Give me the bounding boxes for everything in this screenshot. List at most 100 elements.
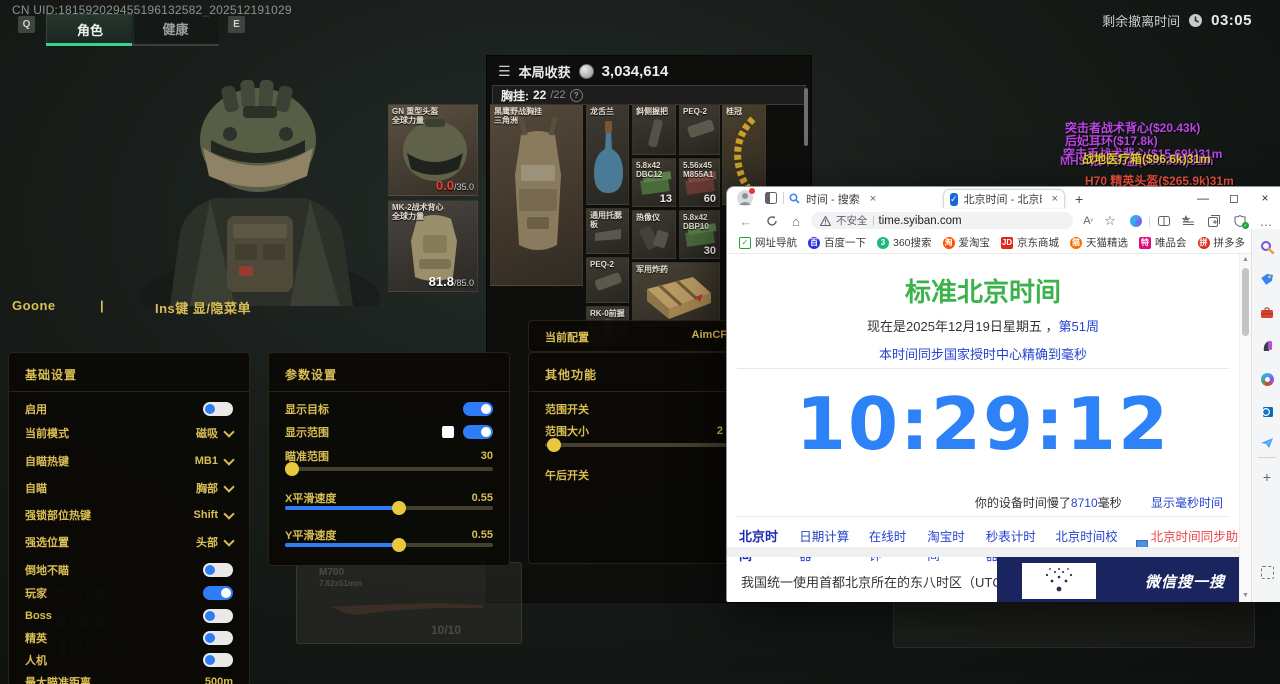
bookmark-item[interactable]: 百百度一下: [808, 235, 866, 250]
sidebar-outlook-icon[interactable]: [1259, 404, 1275, 420]
bookmark-item[interactable]: JD京东商城: [1001, 235, 1059, 250]
new-tab-button[interactable]: +: [1075, 191, 1083, 207]
link-date-calc[interactable]: 日期计算器: [799, 526, 855, 564]
durability-zero: 0.0: [436, 178, 454, 193]
show-ms-link[interactable]: 显示毫秒时间: [1151, 496, 1223, 510]
sidebar-add-icon[interactable]: +: [1259, 469, 1275, 485]
address-bar[interactable]: 不安全 time.syiban.com: [811, 212, 1073, 229]
page-title: 标准北京时间: [727, 272, 1239, 309]
item-card-rig[interactable]: 黑鹰野战胸挂三角洲: [490, 104, 583, 286]
scroll-down-arrow[interactable]: ▼: [1240, 590, 1251, 602]
link-online-clock[interactable]: 在线时钟: [869, 526, 913, 564]
lock-key-select[interactable]: Shift: [194, 509, 233, 521]
x-smooth-slider[interactable]: [285, 506, 493, 510]
bot-toggle[interactable]: [203, 653, 233, 667]
favorite-star-button[interactable]: ☆: [1101, 212, 1119, 230]
browser-window: 时间 - 搜索 × ✓ 北京时间 - 北京时间校准精确到 × + — ◻ × ←…: [726, 186, 1280, 601]
close-button[interactable]: ×: [1250, 187, 1280, 209]
range-color-swatch[interactable]: [442, 426, 454, 438]
item-card-peq1[interactable]: PEQ-2: [679, 104, 720, 155]
downed-toggle[interactable]: [203, 563, 233, 577]
item-card-grip-angled[interactable]: 斜侧握把: [632, 104, 676, 155]
minimize-button[interactable]: —: [1188, 187, 1218, 209]
divider: [9, 391, 249, 392]
enable-toggle[interactable]: [203, 402, 233, 416]
aim-range-slider[interactable]: [285, 467, 493, 471]
item-card-thermal[interactable]: 热像仪: [632, 210, 676, 259]
tab-character[interactable]: 角色: [46, 14, 134, 45]
home-button[interactable]: ⌂: [787, 212, 805, 230]
item-card-ammo-m855a1[interactable]: 5.56x45M855A1 60: [679, 158, 720, 207]
item-card-explosive[interactable]: 军用炸药: [632, 262, 720, 326]
tab-health[interactable]: 健康: [132, 14, 219, 43]
favorites-bar-button[interactable]: [1179, 212, 1197, 230]
mode-select[interactable]: 磁吸: [196, 425, 233, 441]
item-card-ammo-dbc12[interactable]: 5.8x42DBC12 13: [632, 158, 676, 207]
link-taobao-time[interactable]: 淘宝时间: [927, 526, 971, 564]
wechat-banner[interactable]: 微信搜一搜: [997, 557, 1239, 602]
elite-toggle[interactable]: [203, 631, 233, 645]
site-favicon: ✓: [950, 193, 958, 206]
item-card-peq2[interactable]: PEQ-2: [586, 257, 629, 303]
back-button[interactable]: ←: [737, 212, 755, 230]
maximize-button[interactable]: ◻: [1219, 187, 1249, 209]
aim-key-select[interactable]: MB1: [195, 455, 233, 467]
sidebar-screenshot-icon[interactable]: [1259, 564, 1275, 580]
sidebar-m365-icon[interactable]: [1259, 371, 1275, 387]
search-icon: [789, 193, 800, 204]
settings-more-button[interactable]: …: [1257, 212, 1275, 230]
divider: [1258, 457, 1276, 458]
aim-part-select[interactable]: 胸部: [196, 480, 233, 496]
read-aloud-button[interactable]: Aᵛ: [1079, 212, 1097, 230]
player-toggle[interactable]: [203, 586, 233, 600]
split-screen-button[interactable]: [1155, 212, 1173, 230]
sidebar-tools-icon[interactable]: [1259, 305, 1275, 321]
workspaces-icon[interactable]: [765, 192, 777, 204]
help-icon[interactable]: ?: [570, 89, 583, 102]
sidebar-drop-icon[interactable]: [1259, 435, 1275, 451]
bookmark-item[interactable]: ✓网址导航: [739, 235, 797, 250]
scrollbar-thumb[interactable]: [1242, 268, 1249, 336]
sync-link[interactable]: 本时间同步国家授时中心精确到毫秒: [727, 344, 1239, 363]
y-smooth-slider[interactable]: [285, 543, 493, 547]
week-link[interactable]: 第51周: [1058, 319, 1098, 334]
item-card-cheekpad[interactable]: 通用托腮板: [586, 208, 629, 254]
wechat-search-label: 微信搜一搜: [1145, 571, 1225, 592]
copilot-button[interactable]: [1127, 212, 1145, 230]
scroll-up-arrow[interactable]: ▲: [1240, 254, 1251, 266]
link-beijing-time[interactable]: 北京时间: [739, 526, 785, 564]
bookmark-item[interactable]: 拼拼多多: [1198, 235, 1246, 250]
bookmark-favicon: ✓: [739, 237, 751, 249]
refresh-button[interactable]: [763, 212, 781, 230]
bookmark-item[interactable]: 3360搜索: [877, 235, 932, 250]
item-card-vest[interactable]: MK-2战术背心全球力量 81.8/85.0: [388, 200, 478, 292]
item-card-helmet[interactable]: GN 重型头盔全球力量 0.0/35.0: [388, 104, 478, 196]
tab-close-icon[interactable]: ×: [870, 193, 876, 205]
tab-beijing-time[interactable]: ✓ 北京时间 - 北京时间校准精确到 ×: [943, 189, 1065, 208]
browser-essentials-icon[interactable]: ✓: [1231, 212, 1249, 230]
sidebar-shopping-icon[interactable]: [1259, 272, 1275, 288]
bookmark-item[interactable]: 猫天猫精选: [1070, 235, 1128, 250]
panel-basic-settings: 基础设置 启用 当前模式磁吸 自瞄热键MB1 自瞄胸部 强锁部位热键Shift …: [8, 352, 250, 684]
list-icon[interactable]: ☰: [498, 63, 511, 80]
boss-toggle[interactable]: [203, 609, 233, 623]
profile-avatar[interactable]: [737, 190, 753, 206]
show-range-toggle[interactable]: [463, 425, 493, 439]
loot-scrollbar[interactable]: [804, 88, 808, 146]
sidebar-games-icon[interactable]: [1259, 338, 1275, 354]
show-target-toggle[interactable]: [463, 402, 493, 416]
tab-search[interactable]: 时间 - 搜索 ×: [789, 189, 937, 208]
lock-pos-select[interactable]: 头部: [196, 534, 233, 550]
idle-tab-underline: [132, 44, 219, 46]
page-scrollbar[interactable]: ▲ ▼: [1239, 254, 1251, 602]
bookmark-favicon: 猫: [1070, 237, 1082, 249]
bookmark-item[interactable]: 特唯品会: [1139, 235, 1187, 250]
item-card-tequila[interactable]: 龙舌兰: [586, 104, 629, 205]
chevron-down-icon: [223, 508, 234, 519]
item-card-ammo-dbp10[interactable]: 5.8x42DBP10 30: [679, 210, 720, 259]
sidebar-search-icon[interactable]: [1259, 239, 1275, 255]
rig-count: 22: [533, 88, 546, 102]
bookmark-item[interactable]: 淘爱淘宝: [943, 235, 991, 250]
collections-button[interactable]: [1205, 212, 1223, 230]
tab-close-icon[interactable]: ×: [1052, 193, 1058, 205]
